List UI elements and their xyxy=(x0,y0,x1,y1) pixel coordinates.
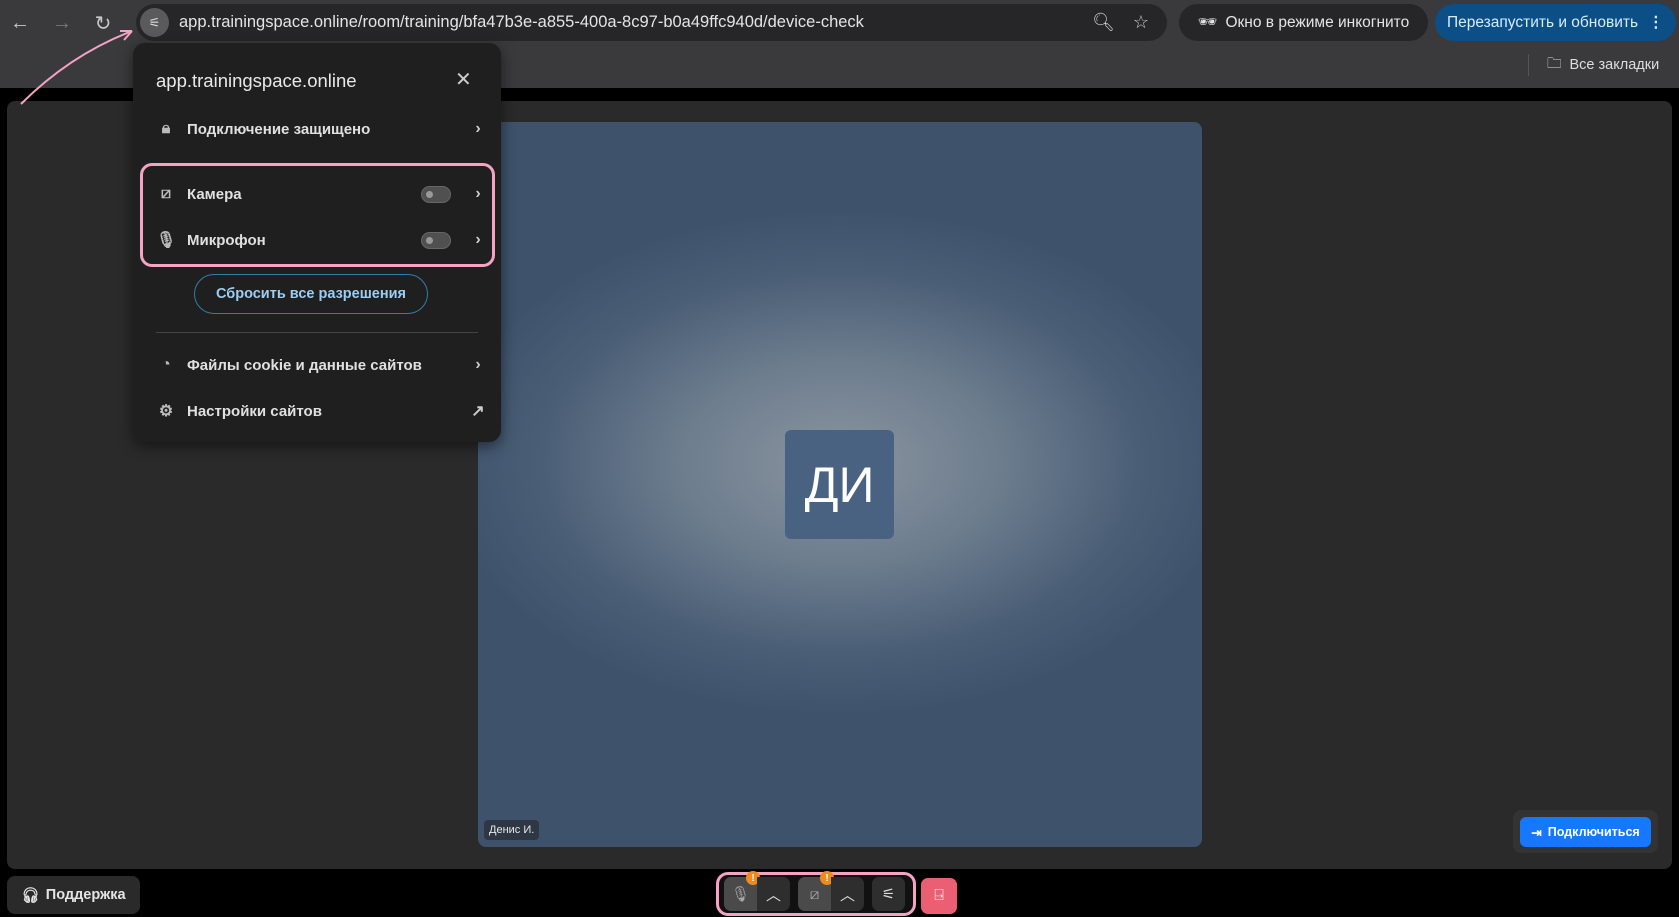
bookmark-star-icon[interactable]: ☆ xyxy=(1133,12,1149,33)
camera-toggle[interactable] xyxy=(421,185,451,203)
settings-button[interactable]: ⚟ xyxy=(872,877,905,911)
microphone-toggle[interactable] xyxy=(421,231,451,249)
browser-toolbar: ← → ↻ ⚟ app.trainingspace.online/room/tr… xyxy=(0,0,1679,45)
video-tile: ДИ Денис И. xyxy=(478,122,1202,847)
camera-off-icon: ⧄ xyxy=(809,885,820,903)
participant-name: Денис И. xyxy=(484,820,540,840)
incognito-label: Окно в режиме инкогнито xyxy=(1225,13,1410,31)
media-controls: 🎙︎! ︿ ⧄! ︿ ⚟ xyxy=(716,871,916,916)
incognito-icon: 🕶︎ xyxy=(1197,14,1218,31)
headset-icon: 🎧︎ xyxy=(21,887,40,904)
leave-button[interactable]: ⍈ xyxy=(921,878,957,914)
mic-options-button[interactable]: ︿ xyxy=(757,877,790,911)
restart-label: Перезапустить и обновить xyxy=(1447,13,1639,31)
camera-toggle-button[interactable]: ⧄! xyxy=(798,871,834,911)
cookies-item[interactable]: ◔ Файлы cookie и данные сайтов › xyxy=(155,350,485,380)
more-menu-icon[interactable]: ⋮ xyxy=(1648,13,1664,32)
chevron-up-icon: ︿ xyxy=(839,886,855,904)
restart-update-button[interactable]: Перезапустить и обновить ⋮ xyxy=(1435,4,1676,41)
gear-icon: ⚙ xyxy=(158,403,174,420)
all-bookmarks-button[interactable]: 🗀 Все закладки xyxy=(1528,54,1659,76)
exit-door-icon: ⍈ xyxy=(934,887,944,904)
chevron-right-icon: › xyxy=(475,231,481,248)
camera-label: Камера xyxy=(187,185,242,203)
connect-container: ⇥ Подключиться xyxy=(1513,810,1658,853)
sliders-icon: ⚟ xyxy=(881,886,896,903)
incognito-badge[interactable]: 🕶︎ Окно в режиме инкогнито xyxy=(1179,4,1428,41)
camera-options-button[interactable]: ︿ xyxy=(831,877,864,911)
reset-permissions-button[interactable]: Сбросить все разрешения xyxy=(194,274,428,314)
support-button[interactable]: 🎧︎ Поддержка xyxy=(7,876,140,914)
connect-label: Подключиться xyxy=(1547,825,1640,839)
lock-icon: 🔒︎ xyxy=(161,120,171,137)
microphone-label: Микрофон xyxy=(187,231,266,249)
microphone-permission-item[interactable]: 🎙︎ Микрофон › xyxy=(155,225,485,255)
chevron-up-icon: ︿ xyxy=(765,886,781,904)
mic-off-icon: 🎙︎ xyxy=(730,886,751,903)
site-settings-label: Настройки сайтов xyxy=(187,402,322,420)
support-label: Поддержка xyxy=(45,887,126,903)
mic-toggle-button[interactable]: 🎙︎! xyxy=(724,871,760,911)
chevron-right-icon: › xyxy=(475,185,481,202)
connection-secure-item[interactable]: 🔒︎ Подключение защищено › xyxy=(155,114,485,144)
cookie-icon: ◔ xyxy=(161,356,171,373)
divider xyxy=(156,332,478,333)
address-bar[interactable]: ⚟ app.trainingspace.online/room/training… xyxy=(136,4,1167,41)
mic-off-icon: 🎙︎ xyxy=(155,232,177,249)
connection-label: Подключение защищено xyxy=(187,120,371,138)
cookies-label: Файлы cookie и данные сайтов xyxy=(187,356,422,374)
enter-icon: ⇥ xyxy=(1531,825,1542,840)
close-icon[interactable]: ✕ xyxy=(455,67,472,92)
chevron-right-icon: › xyxy=(475,120,481,137)
site-settings-item[interactable]: ⚙ Настройки сайтов ↗ xyxy=(155,396,485,426)
camera-permission-item[interactable]: ⧄ Камера › xyxy=(155,179,485,209)
chevron-right-icon: › xyxy=(475,356,481,373)
external-link-icon: ↗ xyxy=(471,403,485,420)
bookmarks-label: Все закладки xyxy=(1569,57,1660,73)
avatar: ДИ xyxy=(785,430,894,539)
connect-button[interactable]: ⇥ Подключиться xyxy=(1520,817,1651,847)
zoom-icon[interactable]: 🔍︎ xyxy=(1092,12,1115,33)
folder-icon: 🗀 xyxy=(1547,55,1562,72)
camera-off-icon: ⧄ xyxy=(160,185,172,202)
url-text[interactable]: app.trainingspace.online/room/training/b… xyxy=(179,13,1092,32)
annotation-arrow xyxy=(20,30,133,105)
